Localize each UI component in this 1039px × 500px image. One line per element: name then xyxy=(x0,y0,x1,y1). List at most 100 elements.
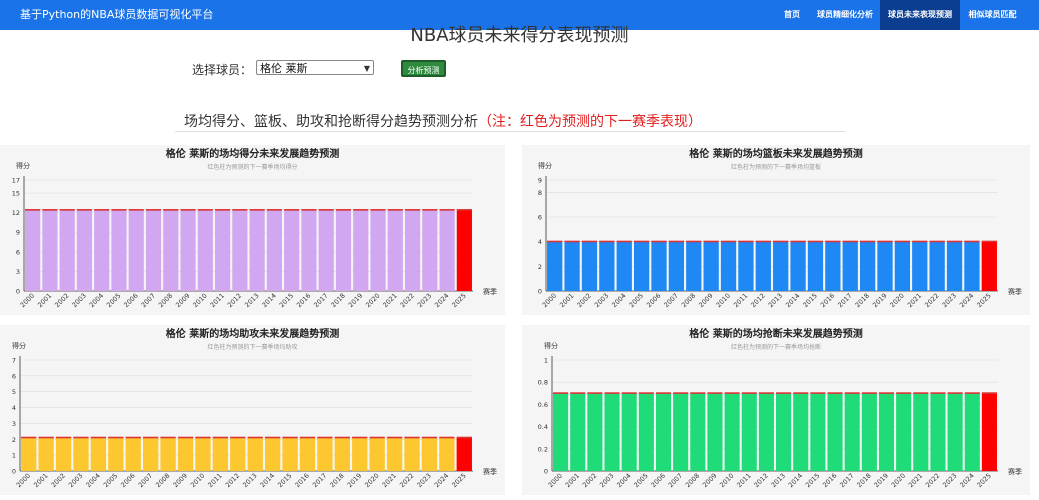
bar xyxy=(317,437,333,471)
bar-top-marker xyxy=(282,436,298,439)
x-tick-label: 2020 xyxy=(890,472,907,489)
y-tick-label: 4 xyxy=(12,404,16,412)
bar xyxy=(195,437,211,471)
bar-top-marker xyxy=(301,209,317,211)
x-tick-label: 2000 xyxy=(541,292,558,309)
y-tick-label: 0 xyxy=(12,468,16,476)
chart-panel-points: 格伦 莱斯的场均得分未来发展趋势预测 红色柱为预测的下一赛季场均得分 得分 赛季 0 3 6… xyxy=(0,145,505,315)
x-tick-label: 2013 xyxy=(241,472,258,489)
bar xyxy=(299,437,316,471)
bar xyxy=(790,241,806,291)
bar-top-marker xyxy=(456,436,472,439)
x-tick-label: 2002 xyxy=(53,292,70,309)
bar-top-marker xyxy=(177,436,194,439)
x-tick-label: 2011 xyxy=(206,472,223,489)
x-tick-label: 2006 xyxy=(122,292,139,309)
bar-top-marker xyxy=(755,240,771,243)
bar xyxy=(651,241,667,291)
bar-top-marker xyxy=(842,240,858,243)
bar xyxy=(282,437,298,471)
bar xyxy=(335,210,352,291)
bar xyxy=(964,241,980,291)
bar xyxy=(896,393,912,471)
y-axis-label: 得分 xyxy=(12,341,26,350)
bar-top-marker xyxy=(896,392,912,394)
x-tick-label: 2024 xyxy=(958,292,975,309)
bar xyxy=(738,241,754,291)
x-tick-label: 2023 xyxy=(941,472,958,489)
x-tick-label: 2004 xyxy=(88,292,105,309)
x-tick-label: 2020 xyxy=(888,292,905,309)
y-tick-label: 0 xyxy=(544,468,548,476)
player-select[interactable]: 格伦 莱斯 ▼ xyxy=(256,60,374,75)
bar-top-marker xyxy=(981,240,997,243)
x-tick-label: 2016 xyxy=(295,292,312,309)
bar-top-marker xyxy=(299,436,316,439)
bar-top-marker xyxy=(793,392,809,394)
x-tick-label: 2000 xyxy=(19,292,36,309)
bar xyxy=(929,241,945,291)
bar xyxy=(284,210,300,291)
bar-top-marker xyxy=(878,392,895,394)
y-tick-label: 9 xyxy=(538,177,542,185)
bar xyxy=(776,393,792,471)
bar-top-marker xyxy=(195,436,211,439)
bar xyxy=(42,210,58,291)
bar xyxy=(842,241,858,291)
bar-top-marker xyxy=(59,209,75,211)
x-axis-label: 赛季 xyxy=(1008,467,1022,476)
x-tick-label: 2003 xyxy=(593,292,610,309)
bar xyxy=(570,393,586,471)
x-tick-label: 2003 xyxy=(598,472,615,489)
bar-top-marker xyxy=(353,209,369,211)
bar-top-marker xyxy=(197,209,213,211)
x-tick-label: 2010 xyxy=(718,472,735,489)
bar-top-marker xyxy=(73,436,89,439)
bar-top-marker xyxy=(912,240,928,243)
x-tick-label: 2018 xyxy=(330,292,347,309)
bar-top-marker xyxy=(352,436,368,439)
y-tick-label: 6 xyxy=(12,372,16,380)
bar-top-marker xyxy=(439,209,455,211)
analyze-button[interactable]: 分析预测 xyxy=(401,60,446,77)
x-tick-label: 2007 xyxy=(137,472,154,489)
bar-top-marker xyxy=(143,436,159,439)
bar-top-marker xyxy=(180,209,196,211)
bar xyxy=(741,393,757,471)
bar xyxy=(180,210,196,291)
bar xyxy=(964,393,980,471)
bar-top-marker xyxy=(741,392,757,394)
x-tick-label: 2004 xyxy=(84,472,101,489)
bar xyxy=(145,210,162,291)
x-tick-label: 2004 xyxy=(610,292,627,309)
x-tick-label: 2016 xyxy=(821,472,838,489)
bar-top-marker xyxy=(877,240,893,243)
chart-subtitle: 红色柱为预测的下一赛季场均得分 xyxy=(207,163,297,171)
bar-top-marker xyxy=(913,392,929,394)
x-tick-label: 2001 xyxy=(32,472,49,489)
chart-assists: 格伦 莱斯的场均助攻未来发展趋势预测红色柱为预测的下一赛季场均助攻 得分赛季 0 1 2… xyxy=(12,327,497,489)
bar-top-marker xyxy=(55,436,72,439)
bar xyxy=(421,437,438,471)
x-tick-label: 2022 xyxy=(924,472,941,489)
bar-top-marker xyxy=(553,392,569,394)
y-tick-label: 2 xyxy=(538,263,542,271)
x-axis-label: 赛季 xyxy=(483,287,497,296)
bar-top-marker xyxy=(422,209,438,211)
bar-top-marker xyxy=(861,392,877,394)
x-tick-label: 2012 xyxy=(224,472,241,489)
bar xyxy=(807,241,824,291)
x-tick-label: 2016 xyxy=(294,472,311,489)
x-tick-label: 2005 xyxy=(632,472,649,489)
x-tick-label: 2019 xyxy=(347,292,364,309)
bar-top-marker xyxy=(720,240,737,243)
y-tick-label: 6 xyxy=(538,214,542,222)
y-tick-label: 0.4 xyxy=(538,423,548,431)
bar xyxy=(214,210,231,291)
chart-subtitle: 红色柱为预测的下一赛季场均篮板 xyxy=(731,163,821,171)
x-tick-label: 2009 xyxy=(701,472,718,489)
x-tick-label: 2024 xyxy=(433,292,450,309)
x-tick-label: 2008 xyxy=(684,472,701,489)
y-tick-label: 17 xyxy=(12,177,20,185)
x-tick-label: 2002 xyxy=(581,472,598,489)
